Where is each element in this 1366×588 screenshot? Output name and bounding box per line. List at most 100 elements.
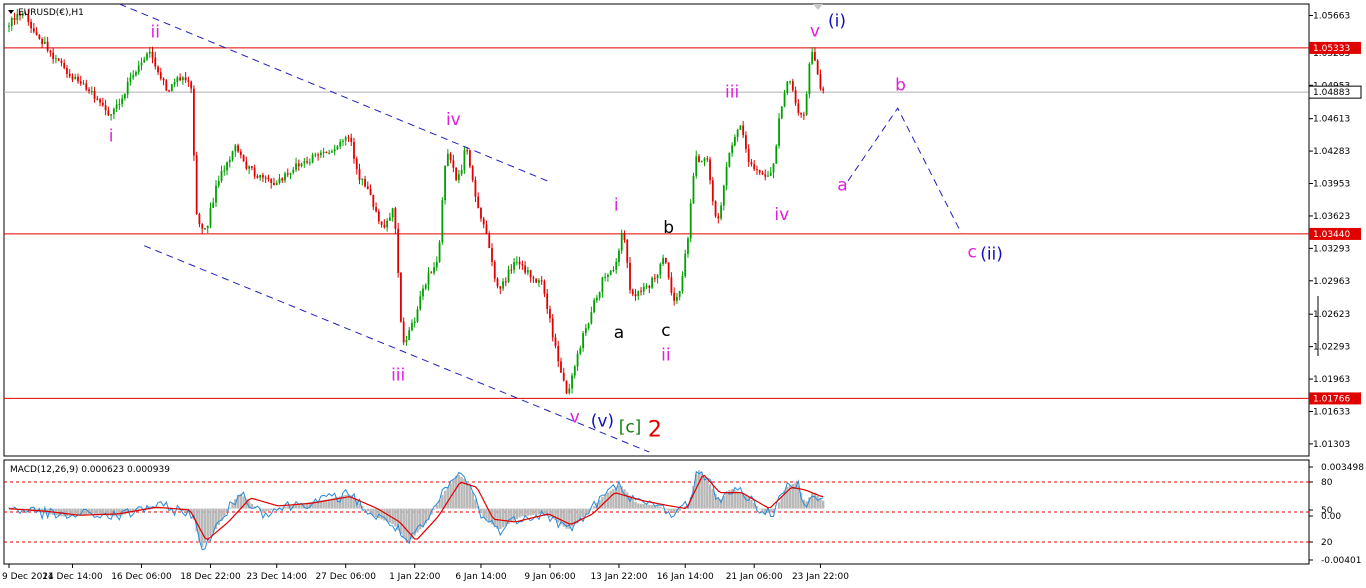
candle-body (808, 63, 811, 95)
candle-body (554, 337, 557, 346)
candle-body (275, 182, 278, 185)
candle-body (355, 158, 358, 170)
price-axis-label: 1.03293 (1313, 244, 1350, 254)
candle-body (538, 280, 540, 283)
candle-body (168, 90, 170, 92)
candle-body (413, 321, 416, 323)
candle-body (179, 77, 182, 81)
candle-body (366, 186, 369, 189)
candle-body (115, 104, 118, 109)
price-axis-label: 1.02963 (1313, 277, 1350, 287)
candle-body (482, 218, 485, 225)
candle-body (41, 39, 44, 44)
candle-body (281, 178, 284, 181)
wave-label: (v) (591, 412, 614, 432)
candle-body (13, 17, 16, 20)
candle-body (300, 163, 303, 167)
candle-body (350, 137, 353, 142)
wave-label: iv (774, 205, 789, 225)
time-axis-label: 23 Dec 14:00 (246, 572, 307, 582)
candle-body (433, 267, 435, 273)
candle-body (292, 169, 295, 173)
candle-body (190, 81, 193, 89)
candle-body (311, 154, 314, 163)
candle-body (507, 269, 510, 282)
time-axis-label: 13 Jan 22:00 (590, 572, 647, 582)
eurusd-h1-chart[interactable]: 1.056631.052831.049531.046131.042831.039… (0, 0, 1366, 588)
candle-body (676, 296, 678, 301)
candle-body (132, 75, 135, 78)
current-price-label: 1.04883 (1313, 88, 1350, 98)
candle-body (469, 150, 471, 167)
candle-body (270, 179, 273, 183)
candle-body (308, 162, 311, 164)
candle-body (154, 57, 157, 67)
candle-body (430, 272, 433, 274)
candle-body (273, 182, 275, 185)
candle-body (217, 180, 220, 186)
candle-body (758, 169, 761, 173)
candle-body (38, 34, 41, 40)
candle-body (193, 88, 195, 156)
candle-body (515, 261, 518, 263)
wave-label: ii (151, 22, 160, 42)
axes: 1.056631.052831.049531.046131.042831.039… (2, 11, 1364, 582)
candle-body (466, 150, 469, 152)
candle-body (521, 264, 524, 266)
candle-body (242, 155, 245, 162)
candle-body (204, 228, 206, 230)
level-price-label: 1.03440 (1313, 230, 1350, 240)
candle-body (480, 207, 482, 219)
candle-body (57, 58, 60, 61)
candle-body (587, 323, 590, 329)
candle-body (124, 94, 126, 99)
candle-body (607, 274, 609, 277)
candle-body (361, 178, 364, 180)
candle-body (143, 59, 146, 63)
chart-menu-arrow-icon[interactable] (8, 10, 14, 14)
candle-body (250, 166, 253, 168)
wave-label: ii (661, 346, 670, 366)
candle-body (364, 178, 366, 187)
candle-body (631, 289, 634, 295)
candle-body (513, 262, 515, 270)
candle-body (79, 81, 82, 84)
candle-body (264, 177, 267, 179)
candle-body (289, 172, 292, 175)
candle-body (140, 62, 143, 66)
candle-body (110, 114, 113, 116)
projection-path[interactable] (847, 107, 962, 234)
candle-body (68, 73, 71, 77)
macd-pane (3, 459, 1310, 565)
candle-body (811, 51, 814, 64)
candle-body (146, 53, 148, 60)
candle-body (543, 281, 546, 294)
candle-body (620, 232, 623, 251)
candle-body (112, 108, 115, 115)
candle-body (206, 225, 209, 229)
candle-body (471, 166, 474, 181)
wave-label: i (614, 195, 619, 215)
wave-label: (i) (828, 12, 846, 32)
chart-shift-marker-icon[interactable] (813, 4, 823, 10)
candle-body (794, 90, 797, 104)
candle-body (256, 176, 259, 178)
candle-body (714, 201, 717, 217)
candle-body (253, 167, 256, 177)
time-axis-label: 21 Jan 06:00 (726, 572, 783, 582)
candle-body (184, 77, 187, 81)
candle-body (557, 345, 560, 362)
candle-body (609, 270, 612, 275)
candle-body (336, 146, 339, 150)
candle-body (386, 220, 389, 228)
candle-body (532, 277, 535, 279)
candle-body (228, 159, 231, 163)
time-axis-label: 11 Dec 14:00 (42, 572, 103, 582)
candle-body (670, 277, 673, 293)
candle-body (176, 77, 179, 82)
candle-body (435, 261, 438, 268)
candle-body (764, 174, 767, 177)
candle-body (286, 173, 289, 175)
candle-body (198, 214, 201, 225)
candle-body (457, 174, 460, 181)
